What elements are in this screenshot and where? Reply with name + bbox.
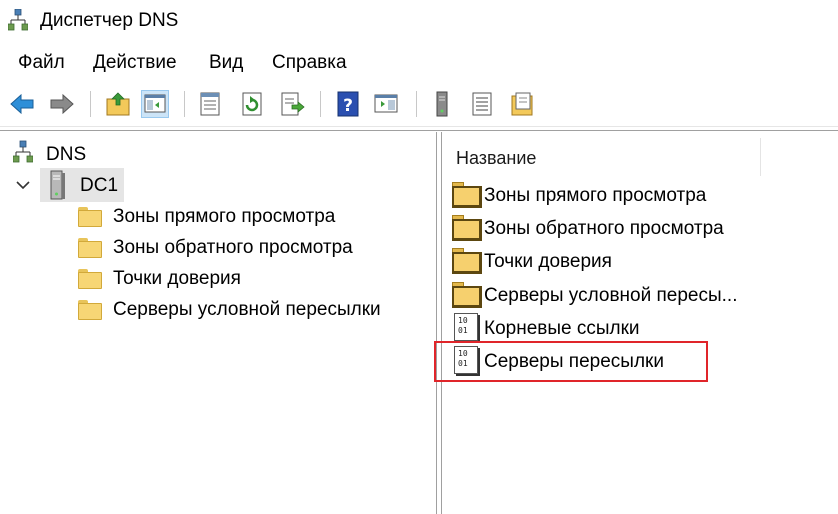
tree-item-forward-zones[interactable]: Зоны прямого просмотра bbox=[113, 206, 335, 228]
list-item-forward-zones[interactable]: Зоны прямого просмотра bbox=[484, 185, 706, 207]
binary-document-icon: 10 01 bbox=[454, 313, 480, 343]
chevron-down-icon[interactable] bbox=[16, 180, 30, 190]
tree-item-reverse-zones[interactable]: Зоны обратного просмотра bbox=[113, 237, 353, 259]
menu-view[interactable]: Вид bbox=[209, 52, 243, 74]
menu-help[interactable]: Справка bbox=[272, 52, 347, 74]
toolbar-separator bbox=[416, 91, 417, 117]
toolbar-separator bbox=[184, 91, 185, 117]
toolbar-separator bbox=[320, 91, 321, 117]
folder-icon bbox=[78, 238, 102, 258]
show-hide-action-pane-icon[interactable] bbox=[372, 90, 400, 118]
folder-icon bbox=[78, 269, 102, 289]
folder-icon bbox=[78, 300, 102, 320]
new-zone-icon[interactable] bbox=[508, 90, 536, 118]
window-title: Диспетчер DNS bbox=[40, 10, 179, 31]
list-item-root-hints[interactable]: Корневые ссылки bbox=[484, 318, 640, 340]
list-view-icon[interactable] bbox=[468, 90, 496, 118]
svg-text:?: ? bbox=[343, 96, 353, 116]
column-separator[interactable] bbox=[760, 138, 761, 176]
folder-icon bbox=[452, 248, 482, 274]
dns-root-icon bbox=[13, 140, 33, 163]
menu-action[interactable]: Действие bbox=[93, 52, 177, 74]
list-item-conditional-forwarders[interactable]: Серверы условной пересы... bbox=[484, 285, 738, 307]
folder-icon bbox=[452, 282, 482, 308]
toolbar-separator bbox=[90, 91, 91, 117]
tree-item-dns-root[interactable]: DNS bbox=[46, 144, 86, 166]
tree-item-conditional-forwarders[interactable]: Серверы условной пересылки bbox=[113, 299, 381, 321]
dns-manager-icon bbox=[8, 9, 28, 31]
forward-arrow-icon[interactable] bbox=[48, 90, 76, 118]
tree-item-trust-points[interactable]: Точки доверия bbox=[113, 268, 241, 290]
properties-icon[interactable] bbox=[196, 90, 224, 118]
export-list-icon[interactable] bbox=[278, 90, 306, 118]
up-folder-icon[interactable] bbox=[104, 90, 132, 118]
menu-bar: Файл Действие Вид Справка bbox=[0, 44, 838, 82]
highlight-annotation bbox=[434, 341, 708, 382]
title-bar: Диспетчер DNS bbox=[0, 0, 838, 44]
list-item-trust-points[interactable]: Точки доверия bbox=[484, 251, 612, 273]
column-header-name[interactable]: Название bbox=[456, 148, 536, 169]
show-hide-console-tree-button[interactable] bbox=[141, 90, 169, 118]
folder-icon bbox=[452, 182, 482, 208]
refresh-icon[interactable] bbox=[238, 90, 266, 118]
help-icon[interactable]: ? bbox=[334, 90, 362, 118]
pane-top-border bbox=[0, 130, 838, 131]
menu-file[interactable]: Файл bbox=[18, 52, 65, 74]
toolbar: ? bbox=[0, 82, 838, 127]
back-arrow-icon[interactable] bbox=[8, 90, 36, 118]
server-icon bbox=[50, 170, 65, 200]
list-item-reverse-zones[interactable]: Зоны обратного просмотра bbox=[484, 218, 724, 240]
tree-item-dc1[interactable]: DC1 bbox=[80, 175, 118, 197]
server-icon[interactable] bbox=[428, 90, 456, 118]
console-tree-icon bbox=[144, 94, 166, 113]
folder-icon bbox=[78, 207, 102, 227]
folder-icon bbox=[452, 215, 482, 241]
